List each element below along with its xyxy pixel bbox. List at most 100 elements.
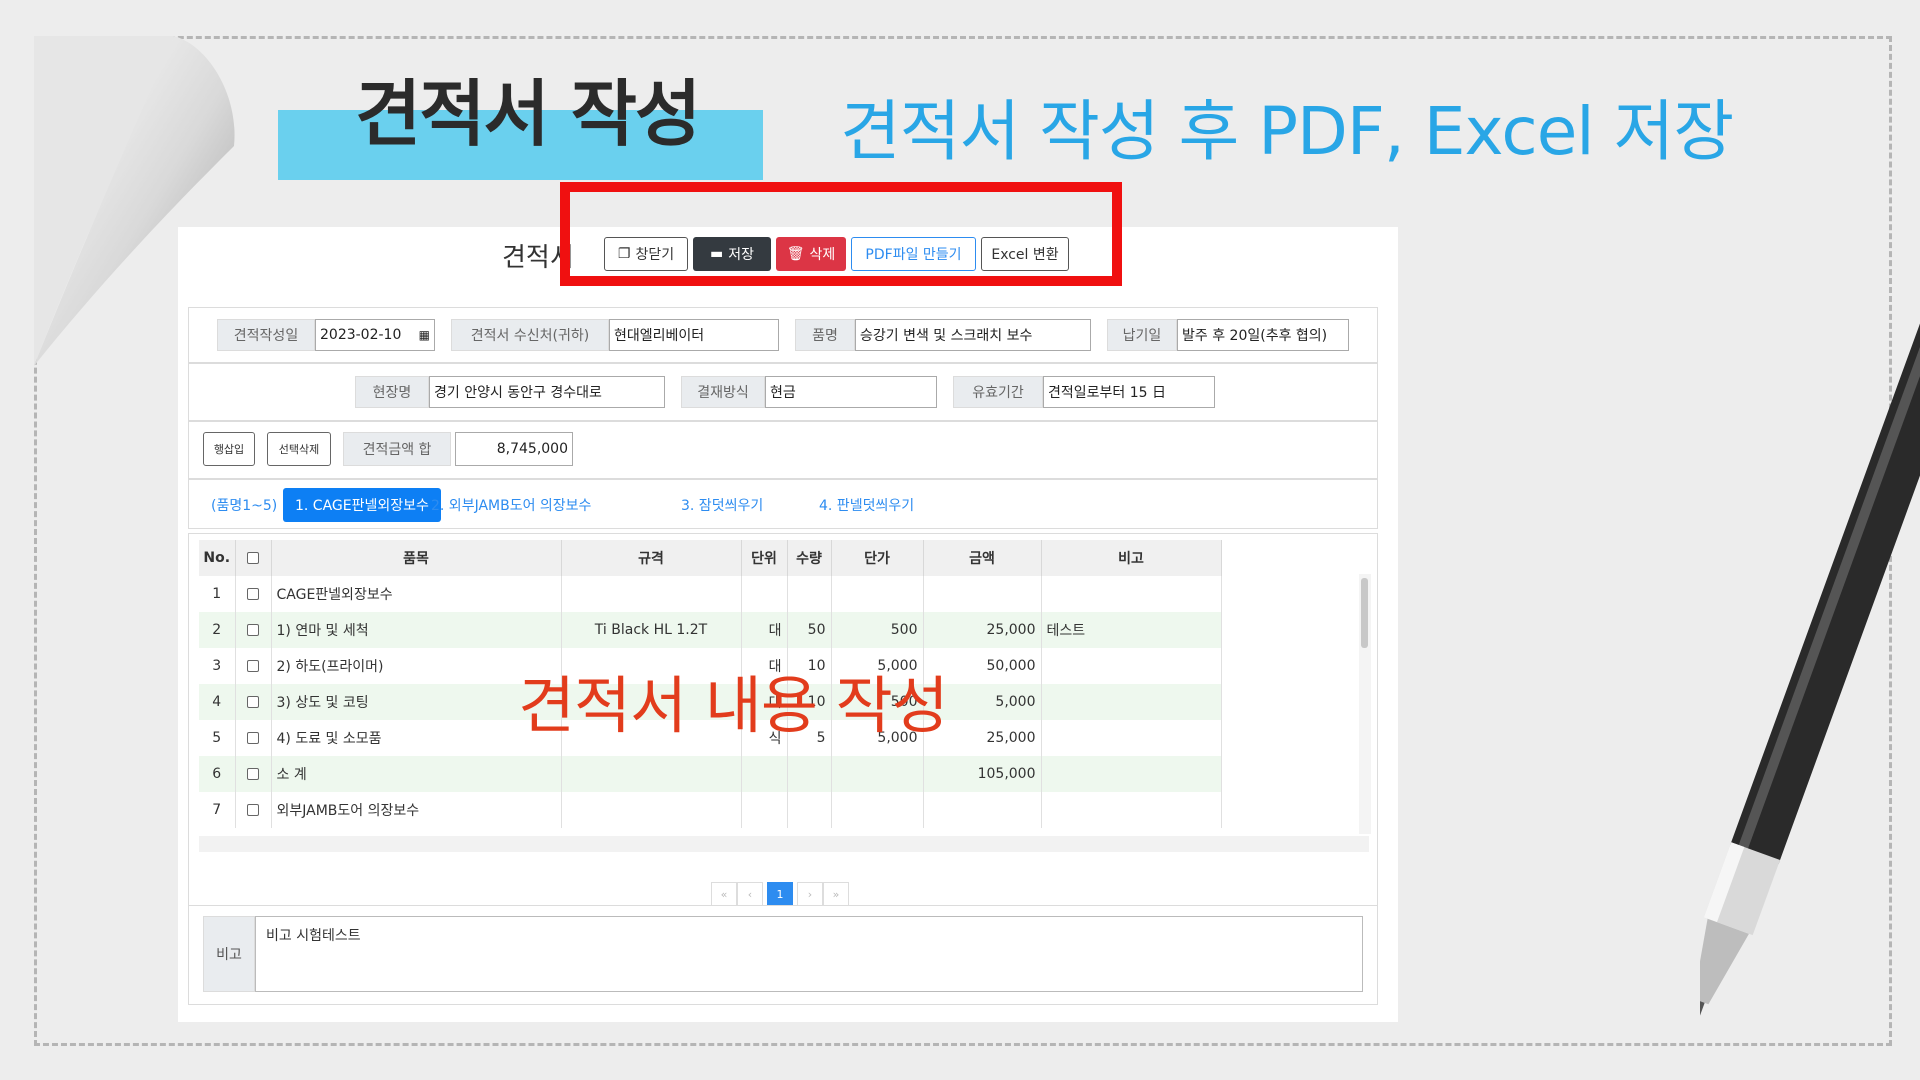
remarks-textarea[interactable]: 비고 시험테스트 (255, 916, 1363, 992)
row-checkbox[interactable] (247, 768, 259, 780)
cell-unit[interactable] (741, 576, 788, 612)
recipient-label: 견적서 수신처(귀하) (451, 319, 609, 351)
recipient-field[interactable]: 현대엘리베이터 (609, 319, 779, 351)
cell-spec[interactable] (561, 756, 742, 792)
cell-item[interactable]: 1) 연마 및 세척 (271, 612, 562, 648)
first-page-button[interactable]: « (711, 882, 737, 906)
cell-no[interactable]: 5 (199, 720, 236, 756)
cell-price[interactable] (831, 576, 924, 612)
date-label: 견적작성일 (217, 319, 315, 351)
item-name-label: 품명 (795, 319, 855, 351)
cell-qty[interactable] (787, 756, 832, 792)
row-checkbox[interactable] (247, 732, 259, 744)
row-checkbox[interactable] (247, 804, 259, 816)
row-checkbox-cell[interactable] (235, 720, 272, 756)
vertical-scrollbar[interactable] (1359, 574, 1371, 834)
cell-qty[interactable] (787, 792, 832, 828)
row-checkbox[interactable] (247, 624, 259, 636)
site-field[interactable]: 경기 안양시 동안구 경수대로 (429, 376, 665, 408)
cell-amount[interactable]: 25,000 (923, 612, 1042, 648)
table-row[interactable]: 2 1) 연마 및 세척 Ti Black HL 1.2T 대 50 500 25,000 테… (199, 612, 1222, 648)
select-all-checkbox[interactable] (247, 552, 259, 564)
cell-no[interactable]: 2 (199, 612, 236, 648)
overlay-caption: 견적서 내용 작성 (518, 669, 949, 742)
page-heading: 견적서 작성 (355, 72, 701, 156)
total-field[interactable]: 8,745,000 (455, 432, 573, 466)
row-checkbox-cell[interactable] (235, 792, 272, 828)
cell-price[interactable] (831, 792, 924, 828)
validity-field[interactable]: 견적일로부터 15 日 (1043, 376, 1215, 408)
cell-unit[interactable]: 대 (741, 612, 788, 648)
cell-note[interactable] (1041, 648, 1222, 684)
cell-spec[interactable] (561, 576, 742, 612)
delivery-field[interactable]: 발주 후 20일(추후 협의) (1177, 319, 1349, 351)
cell-note[interactable] (1041, 756, 1222, 792)
last-page-button[interactable]: » (823, 882, 849, 906)
tab-4[interactable]: 3. 잠덧씌우기 (669, 488, 775, 522)
cell-amount[interactable] (923, 792, 1042, 828)
remarks-label: 비고 (203, 916, 255, 992)
row-checkbox[interactable] (247, 660, 259, 672)
row-checkbox-cell[interactable] (235, 612, 272, 648)
cell-no[interactable]: 1 (199, 576, 236, 612)
column-header-6: 단가 (831, 540, 924, 576)
cell-amount[interactable]: 105,000 (923, 756, 1042, 792)
actions-row: 행삽입 선택삭제 견적금액 합 8,745,000 (188, 421, 1378, 479)
row-checkbox[interactable] (247, 696, 259, 708)
row-checkbox-cell[interactable] (235, 576, 272, 612)
cell-no[interactable]: 7 (199, 792, 236, 828)
cell-unit[interactable] (741, 756, 788, 792)
total-label: 견적금액 합 (343, 432, 451, 466)
cell-amount[interactable] (923, 576, 1042, 612)
cell-price[interactable] (831, 756, 924, 792)
row-checkbox-cell[interactable] (235, 756, 272, 792)
tab-3[interactable]: 2. 외부JAMB도어 의장보수 (419, 488, 603, 522)
cell-qty[interactable] (787, 576, 832, 612)
tab-1[interactable]: (품명1~5) (199, 488, 289, 522)
prev-page-button[interactable]: ‹ (737, 882, 763, 906)
remarks-section: 비고 비고 시험테스트 (188, 905, 1378, 1005)
scroll-thumb[interactable] (1361, 578, 1368, 648)
delivery-label: 납기일 (1107, 319, 1177, 351)
cell-price[interactable]: 500 (831, 612, 924, 648)
cell-no[interactable]: 4 (199, 684, 236, 720)
column-header-2: 품목 (271, 540, 562, 576)
page-subheading: 견적서 작성 후 PDF, Excel 저장 (840, 93, 1734, 170)
tab-2[interactable]: 1. CAGE판넬외장보수 (283, 488, 441, 522)
cell-note[interactable] (1041, 576, 1222, 612)
cell-item[interactable]: 소 계 (271, 756, 562, 792)
cell-note[interactable]: 테스트 (1041, 612, 1222, 648)
cell-qty[interactable]: 50 (787, 612, 832, 648)
cell-note[interactable] (1041, 684, 1222, 720)
cell-spec[interactable]: Ti Black HL 1.2T (561, 612, 742, 648)
calendar-icon[interactable]: ▦ (419, 328, 430, 342)
cell-item[interactable]: CAGE판넬외장보수 (271, 576, 562, 612)
header-fields-row-2: 현장명 경기 안양시 동안구 경수대로 결재방식 현금 유효기간 견적일로부터 … (188, 363, 1378, 421)
page-1-button[interactable]: 1 (767, 882, 793, 906)
cell-no[interactable]: 6 (199, 756, 236, 792)
cell-note[interactable] (1041, 720, 1222, 756)
cell-unit[interactable] (741, 792, 788, 828)
table-row[interactable]: 6 소 계 105,000 (199, 756, 1222, 792)
date-field[interactable]: 2023-02-10 ▦ (315, 319, 435, 351)
cell-note[interactable] (1041, 792, 1222, 828)
tab-5[interactable]: 4. 판넬덧씌우기 (807, 488, 926, 522)
row-checkbox-cell[interactable] (235, 684, 272, 720)
row-checkbox[interactable] (247, 588, 259, 600)
tab-bar: (품명1~5) 1. CAGE판넬외장보수 2. 외부JAMB도어 의장보수 3. 잠… (188, 479, 1378, 529)
column-header-0: No. (199, 540, 236, 576)
next-page-button[interactable]: › (797, 882, 823, 906)
payment-field[interactable]: 현금 (765, 376, 937, 408)
delete-selected-button[interactable]: 선택삭제 (267, 432, 331, 466)
row-checkbox-cell[interactable] (235, 648, 272, 684)
cell-spec[interactable] (561, 792, 742, 828)
column-header-1 (235, 540, 272, 576)
cell-item[interactable]: 외부JAMB도어 의장보수 (271, 792, 562, 828)
table-row[interactable]: 1 CAGE판넬외장보수 (199, 576, 1222, 612)
item-name-field[interactable]: 승강기 변색 및 스크래치 보수 (855, 319, 1091, 351)
column-header-8: 비고 (1041, 540, 1222, 576)
insert-row-button[interactable]: 행삽입 (203, 432, 255, 466)
table-row[interactable]: 7 외부JAMB도어 의장보수 (199, 792, 1222, 828)
horizontal-scrollbar[interactable] (199, 836, 1369, 852)
cell-no[interactable]: 3 (199, 648, 236, 684)
